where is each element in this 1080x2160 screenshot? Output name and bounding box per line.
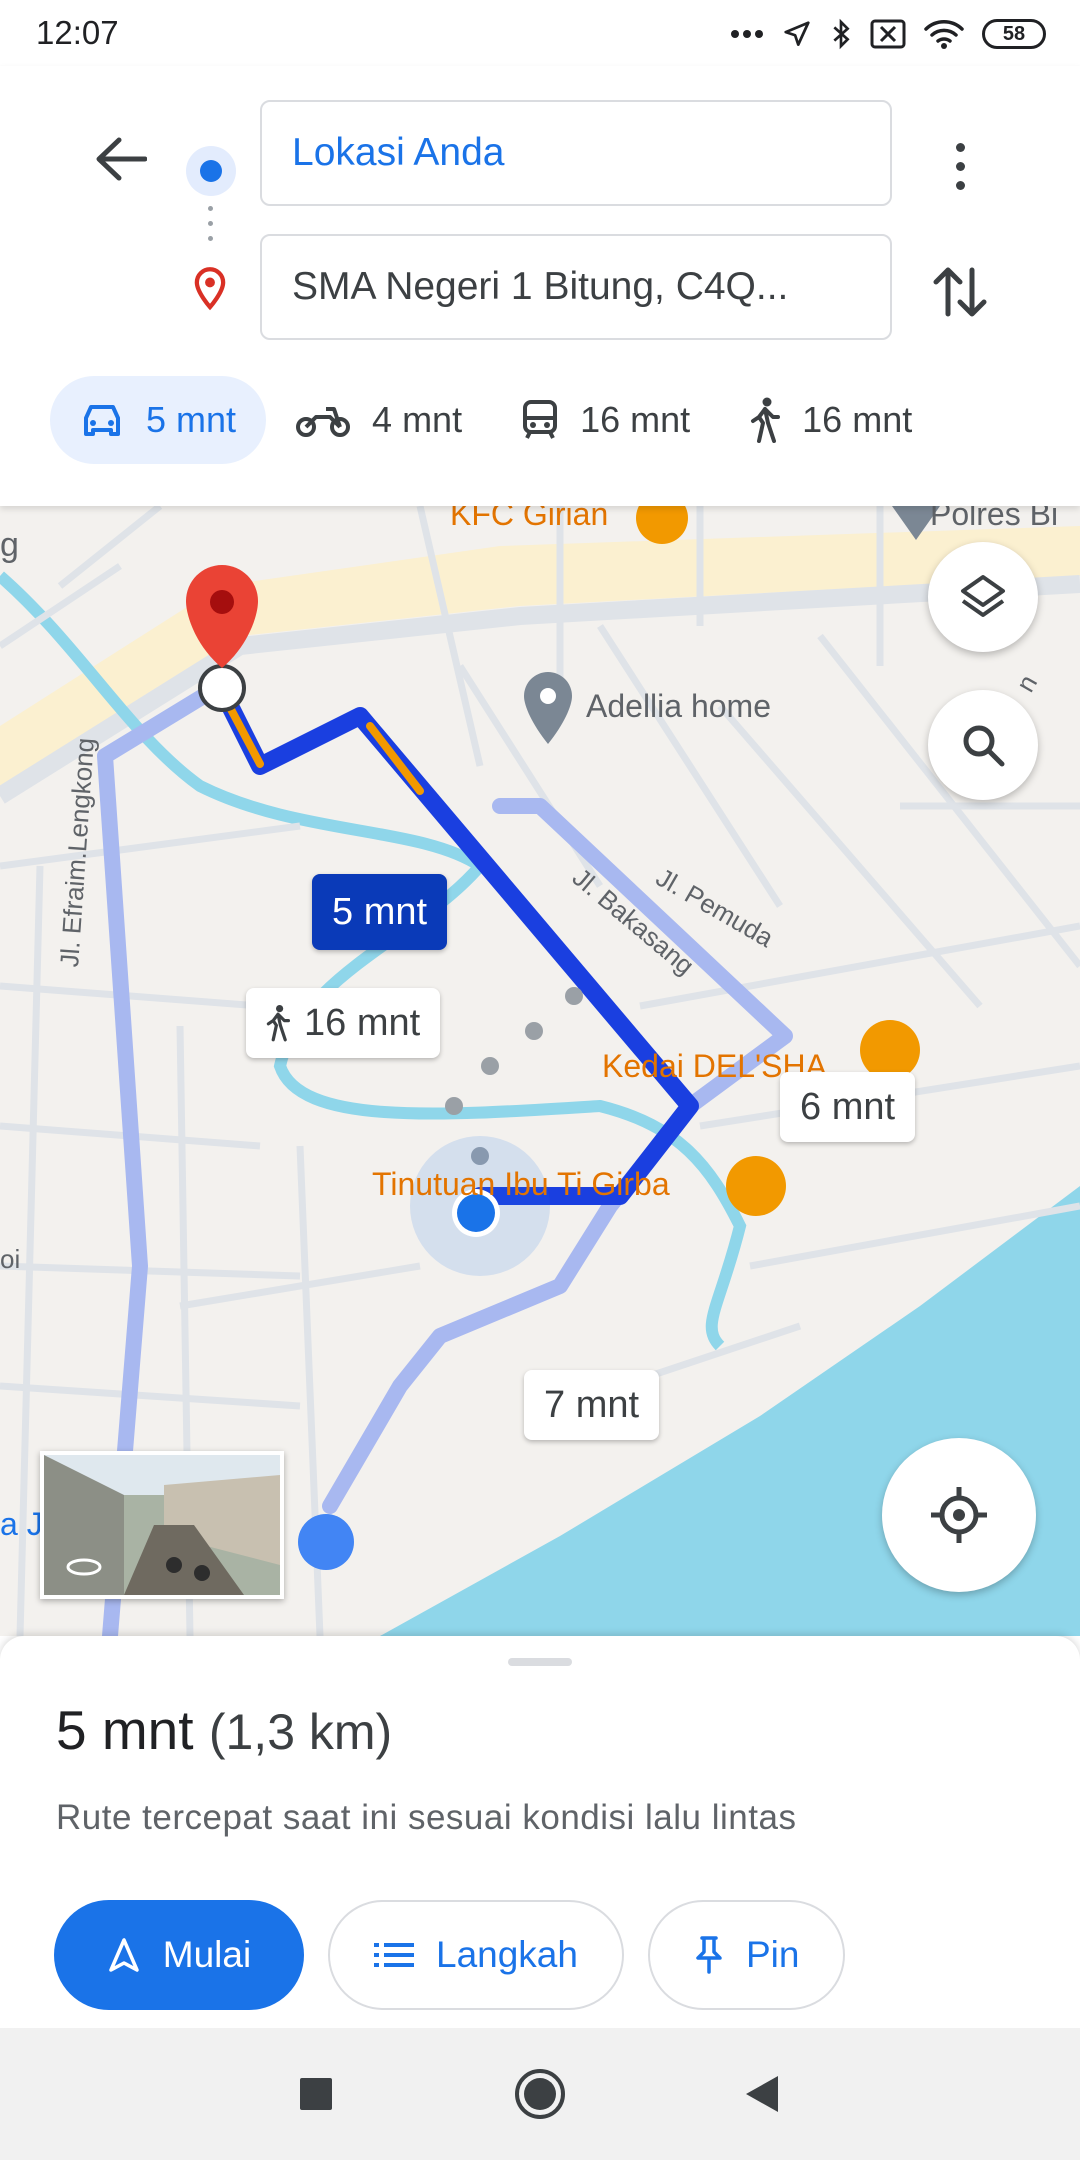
route-summary: 5 mnt (1,3 km) — [56, 1698, 392, 1762]
mode-transit-label: 16 mnt — [580, 399, 691, 440]
location-arrow-icon — [784, 21, 810, 46]
sheet-drag-handle[interactable] — [508, 1658, 572, 1666]
route-walk-time: 16 mnt — [304, 1001, 421, 1044]
poi-polres-label[interactable]: Polres Bi — [930, 506, 1058, 533]
search-map-button[interactable] — [928, 690, 1038, 800]
street-edge-left: g — [0, 526, 19, 564]
system-navigation-bar — [0, 2028, 1080, 2160]
back-button[interactable] — [86, 124, 156, 194]
route-distance: (1,3 km) — [208, 1704, 393, 1760]
wifi-icon — [924, 20, 964, 49]
square-icon — [300, 2078, 332, 2110]
navigation-arrow-icon — [109, 1938, 139, 1972]
mode-walk-label: 16 mnt — [802, 399, 913, 440]
recents-button[interactable] — [286, 2064, 346, 2124]
origin-field[interactable]: Lokasi Anda — [260, 100, 892, 206]
route-alt2-time: 7 mnt — [544, 1383, 640, 1426]
mode-motorcycle-tab[interactable]: 4 mnt — [266, 376, 492, 464]
route-summary-sheet[interactable]: 5 mnt (1,3 km) Rute tercepat saat ini se… — [0, 1636, 1080, 2028]
route-subtitle: Rute tercepat saat ini sesuai kondisi la… — [56, 1798, 797, 1837]
bluetooth-icon — [833, 18, 850, 50]
layers-icon — [961, 575, 1005, 617]
mode-transit-tab[interactable]: 16 mnt — [492, 376, 720, 464]
walk-small-icon — [266, 1005, 290, 1042]
status-time: 12:07 — [36, 14, 119, 51]
steps-button-label: Langkah — [436, 1934, 578, 1975]
more-dots-icon — [731, 30, 763, 38]
search-icon — [963, 725, 1005, 767]
more-options-button[interactable] — [930, 126, 990, 206]
walk-icon — [751, 397, 781, 443]
back-triangle-icon — [746, 2076, 778, 2112]
home-circle-icon — [515, 2069, 565, 2119]
status-icons: 58 — [730, 14, 1046, 54]
crosshair-icon — [931, 1487, 987, 1543]
status-bar: 12:07 58 — [0, 0, 1080, 66]
car-icon — [84, 405, 120, 436]
rotate-360-icon — [66, 1558, 102, 1576]
route-alt2-time-bubble[interactable]: 7 mnt — [524, 1370, 660, 1440]
travel-mode-tabs: 5 mnt 4 mnt 16 mnt 16 mnt — [50, 376, 942, 464]
steps-button[interactable]: Langkah — [328, 1900, 624, 2010]
destination-field[interactable]: SMA Negeri 1 Bitung, C4Q... — [260, 234, 892, 340]
pin-button[interactable]: Pin — [647, 1900, 846, 2010]
mode-walk-tab[interactable]: 16 mnt — [720, 376, 942, 464]
poi-tinutuan-label[interactable]: Tinutuan Ibu Ti Girba — [372, 1166, 670, 1203]
layers-button[interactable] — [928, 542, 1038, 652]
start-button[interactable]: Mulai — [54, 1900, 304, 2010]
back-nav-button[interactable] — [732, 2064, 792, 2124]
route-duration: 5 mnt — [56, 1699, 194, 1761]
route-primary-time-bubble[interactable]: 5 mnt — [312, 874, 448, 950]
motorcycle-icon — [296, 407, 351, 437]
transit-icon — [523, 400, 558, 439]
start-button-label: Mulai — [162, 1934, 252, 1975]
directions-header: Lokasi Anda SMA Negeri 1 Bitung, C4Q... … — [0, 66, 1080, 506]
route-alt1-time: 6 mnt — [800, 1085, 896, 1128]
street-edge-bottom-left: a J — [0, 1506, 43, 1542]
mode-car-label: 5 mnt — [146, 399, 237, 440]
poi-kfc-label[interactable]: KFC Girian — [450, 506, 608, 533]
pin-icon — [696, 1936, 722, 1974]
my-location-button[interactable] — [882, 1438, 1036, 1592]
destination-pin-icon — [194, 267, 226, 311]
origin-dot-icon — [186, 146, 236, 196]
poi-adellia-label[interactable]: Adellia home — [586, 688, 771, 725]
mode-car-tab[interactable]: 5 mnt — [50, 376, 267, 464]
sim-off-icon — [870, 19, 906, 49]
back-arrow-icon — [96, 137, 147, 181]
street-view-thumbnail[interactable] — [40, 1451, 284, 1599]
route-actions: Mulai Langkah Pin — [54, 1900, 846, 2010]
list-icon — [374, 1943, 414, 1967]
route-alt1-time-bubble[interactable]: 6 mnt — [780, 1072, 916, 1142]
street-edge-left-mid: oi — [0, 1244, 21, 1274]
home-button[interactable] — [510, 2064, 570, 2124]
swap-directions-button[interactable] — [928, 260, 992, 324]
route-walk-time-bubble[interactable]: 16 mnt — [246, 988, 441, 1058]
route-primary-time: 5 mnt — [332, 890, 428, 933]
map-view[interactable]: KFC Girian Polres Bi Adellia home Kedai … — [0, 506, 1080, 1636]
mode-motorcycle-label: 4 mnt — [372, 399, 463, 440]
pin-button-label: Pin — [745, 1934, 800, 1975]
battery-indicator: 58 — [982, 19, 1046, 49]
